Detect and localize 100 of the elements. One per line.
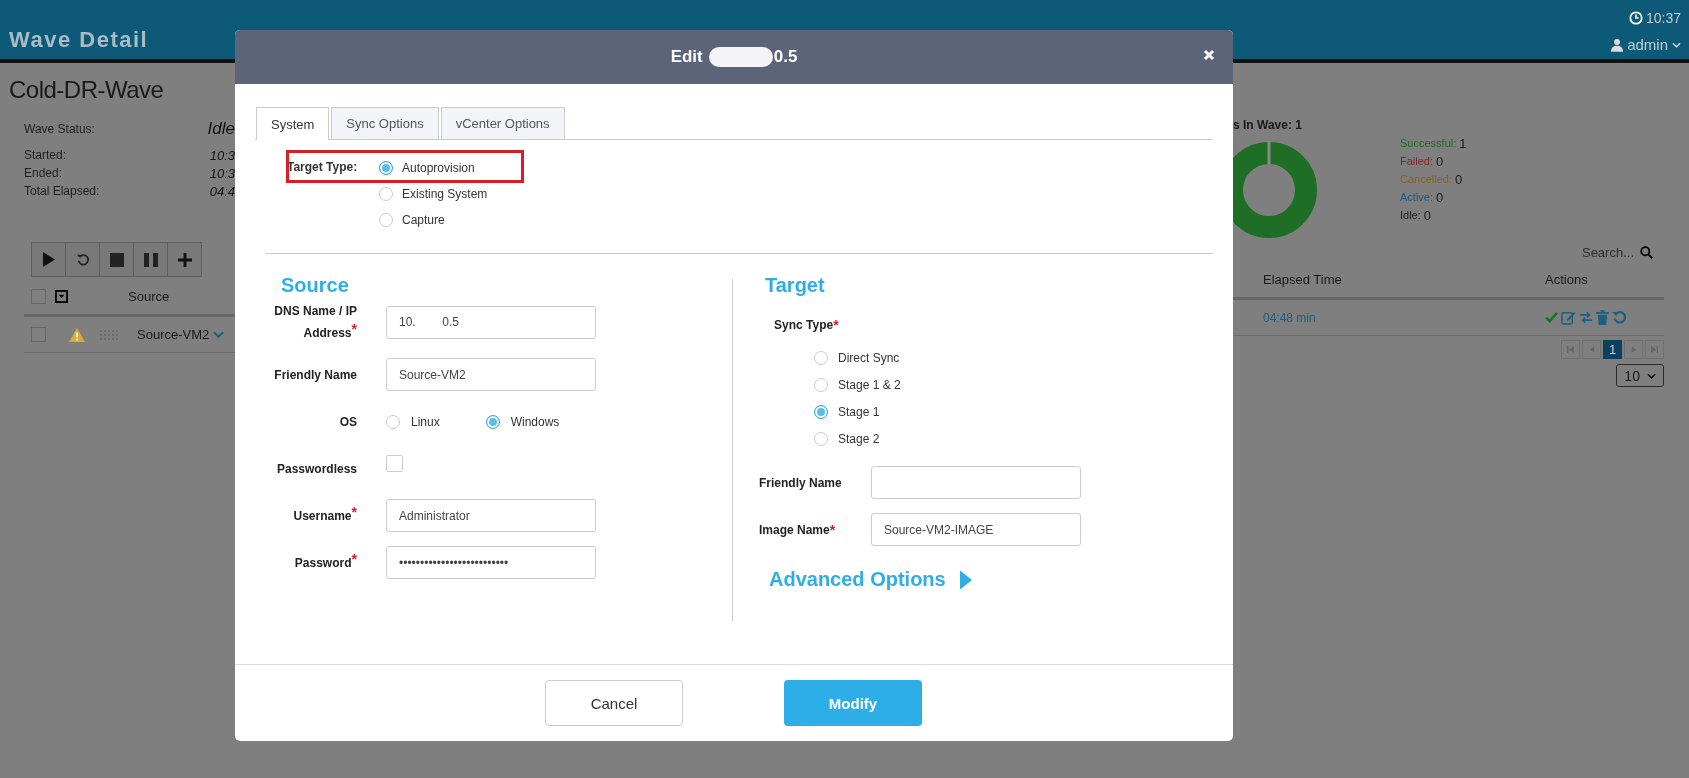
table-cell-text: 04:48 min xyxy=(1262,310,1317,325)
plus-icon xyxy=(177,252,192,267)
refresh-button[interactable] xyxy=(65,242,100,277)
legend-value: 0 xyxy=(1436,189,1444,205)
option-label: Stage 1 & 2 xyxy=(838,377,901,392)
dialog-title: 0.5 xyxy=(773,47,798,67)
close-icon xyxy=(1203,49,1215,61)
option-label: Direct Sync xyxy=(838,350,900,365)
legend-value: 0 xyxy=(1423,207,1432,223)
search-icon[interactable] xyxy=(1640,246,1653,259)
pause-icon xyxy=(143,252,158,267)
last-page-button[interactable] xyxy=(1645,340,1664,359)
cancel-button[interactable]: Cancel xyxy=(545,680,683,726)
next-page-button[interactable] xyxy=(1624,340,1643,359)
option-label: Existing System xyxy=(402,187,488,201)
page-size-select[interactable]: 10 xyxy=(1616,364,1664,387)
column-header: Actions xyxy=(1545,272,1588,287)
tab[interactable]: System xyxy=(256,107,330,140)
search-field[interactable]: Search... xyxy=(1554,243,1634,262)
radio-button[interactable] xyxy=(814,404,828,419)
trash-icon[interactable] xyxy=(1596,310,1609,325)
dialog-title: Edit xyxy=(670,47,703,67)
user-icon xyxy=(1611,37,1624,52)
swap-icon[interactable] xyxy=(1579,311,1593,324)
field-label: Ended: xyxy=(24,166,64,180)
section-heading: Source xyxy=(281,274,350,298)
radio-button[interactable] xyxy=(814,350,828,365)
section-heading: Target xyxy=(765,274,826,298)
legend-label: Failed: xyxy=(1400,155,1434,167)
input-field[interactable]: Administrator xyxy=(386,499,596,532)
field-label: Sync Type* xyxy=(774,318,840,332)
page-title: Wave Detail xyxy=(9,27,149,53)
field-label: Started: xyxy=(24,148,68,162)
input-field[interactable]: Source-VM2-IMAGE xyxy=(871,513,1081,546)
check-icon[interactable] xyxy=(1545,312,1558,323)
input-field[interactable]: Source-VM2 xyxy=(386,358,596,391)
first-page-icon xyxy=(1567,346,1574,353)
edit-icon[interactable] xyxy=(1561,310,1576,325)
play-icon xyxy=(42,252,55,267)
chevron-down-icon xyxy=(1672,41,1681,48)
page-button[interactable]: 1 xyxy=(1603,340,1622,359)
option-label: Stage 2 xyxy=(838,431,880,446)
user-menu[interactable]: admin xyxy=(1611,36,1681,53)
chevron-down-icon[interactable] xyxy=(213,330,225,339)
legend-label: Successful: xyxy=(1400,137,1457,149)
select-all-checkbox[interactable] xyxy=(31,289,46,304)
input-field[interactable] xyxy=(871,466,1081,499)
row-checkbox[interactable] xyxy=(31,327,46,342)
previous-page-button[interactable] xyxy=(1582,340,1601,359)
dropdown-icon[interactable] xyxy=(55,290,68,303)
chevron-down-icon xyxy=(1646,372,1656,379)
field-label: Passwordless xyxy=(275,460,357,478)
column-header: Source xyxy=(128,289,170,304)
legend-label: Cancelled: xyxy=(1400,173,1452,185)
field-label: Wave Status: xyxy=(24,122,96,136)
first-page-button[interactable] xyxy=(1561,340,1580,359)
input-field[interactable]: 10. 0.5 xyxy=(386,305,596,339)
radio-button[interactable] xyxy=(379,213,393,227)
field-label: OS xyxy=(338,413,357,431)
stop-button[interactable] xyxy=(99,242,134,277)
tab[interactable]: vCenter Options xyxy=(440,107,565,139)
radio-button[interactable] xyxy=(814,431,828,446)
field-label: Friendly Name xyxy=(759,475,843,490)
field-value: 04:4 xyxy=(209,183,235,199)
clock-icon xyxy=(1628,11,1643,25)
checkbox[interactable] xyxy=(386,455,403,472)
radio-button[interactable] xyxy=(814,377,828,392)
option-label: Autoprovision xyxy=(402,161,475,175)
field-label: Target Type: xyxy=(287,160,359,176)
option-label: Linux xyxy=(411,414,440,429)
legend-value: 0 xyxy=(1455,171,1463,187)
legend-value: 0 xyxy=(1436,153,1444,169)
last-page-icon xyxy=(1651,346,1658,353)
field-label: Image Name* xyxy=(759,522,837,537)
add-button[interactable] xyxy=(167,242,202,277)
undo-icon[interactable] xyxy=(1612,310,1627,325)
radio-button[interactable] xyxy=(386,414,400,429)
wave-name: Cold-DR-Wave xyxy=(9,76,165,104)
legend-label: Active: xyxy=(1400,191,1433,203)
tab[interactable]: Sync Options xyxy=(331,107,439,139)
table-cell: Source-VM2 xyxy=(137,327,210,342)
field-value: 10:3 xyxy=(209,147,235,163)
legend-value: 1 xyxy=(1459,135,1467,151)
radio-button[interactable] xyxy=(379,187,393,201)
option-label: Stage 1 xyxy=(838,404,880,419)
warning-icon xyxy=(69,327,85,342)
option-label: Capture xyxy=(402,213,445,227)
stop-icon xyxy=(109,252,124,267)
field-label: Total Elapsed: xyxy=(24,184,101,198)
field-value: 10:3 xyxy=(209,165,235,181)
radio-button[interactable] xyxy=(485,414,500,429)
play-button[interactable] xyxy=(31,242,66,277)
input-field[interactable]: •••••••••••••••••••••••••• xyxy=(386,546,596,579)
pause-button[interactable] xyxy=(133,242,168,277)
field-value: Idle xyxy=(207,119,235,139)
clock-time: 10:37 xyxy=(1645,10,1681,26)
previous-icon xyxy=(1588,346,1595,353)
next-icon xyxy=(1630,346,1637,353)
redaction-blur xyxy=(708,47,773,67)
radio-button[interactable] xyxy=(379,161,393,175)
